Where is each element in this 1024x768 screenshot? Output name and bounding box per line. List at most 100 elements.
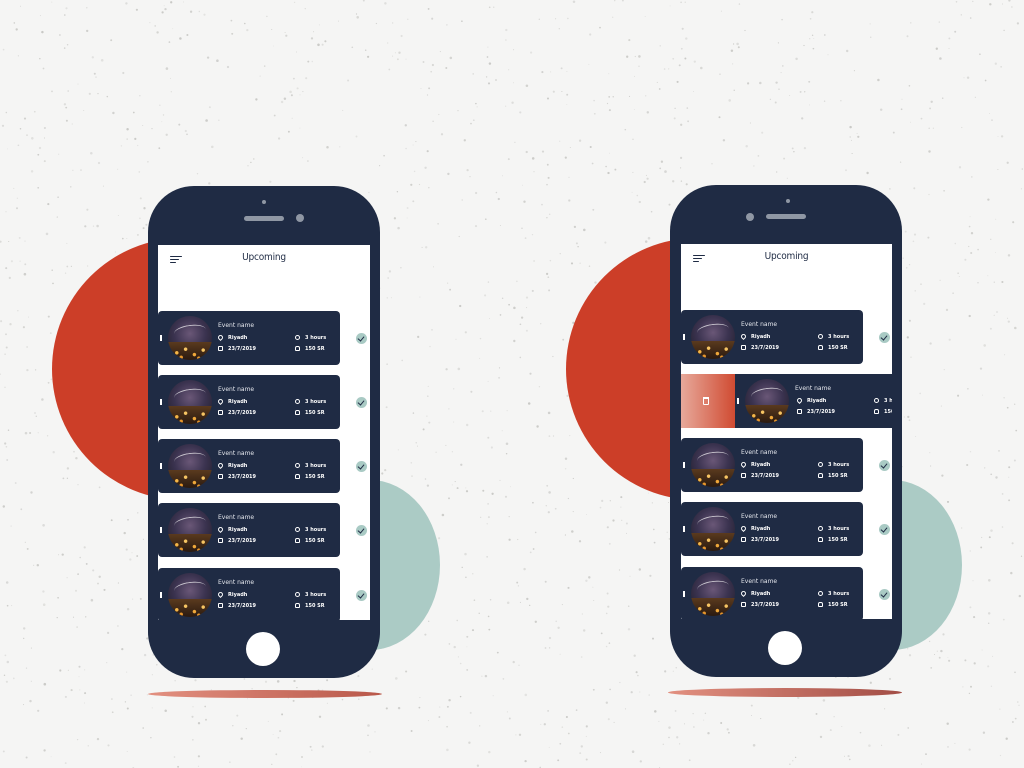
event-location: Riyadh [739,332,770,341]
event-card[interactable]: Event name Riyadh 23/7/2019 3 hours 150 SR [158,568,340,620]
event-duration-text: 3 hours [828,334,850,340]
event-name: Event name [218,450,255,457]
event-date-text: 23/7/2019 [228,538,257,544]
price-hand-icon [818,602,823,607]
event-location-text: Riyadh [751,462,771,468]
calendar-icon [741,473,746,478]
event-date-text: 23/7/2019 [751,345,780,351]
thumbnail-crowd [168,470,212,488]
event-date-text: 23/7/2019 [228,346,257,352]
event-thumbnail [691,572,735,616]
thumbnail-crowd [691,469,735,487]
event-price: 150 SR [295,346,325,352]
checkmark-icon[interactable] [356,525,367,536]
event-thumbnail [168,380,212,424]
event-location-text: Riyadh [228,463,248,469]
drag-handle[interactable] [683,334,685,340]
event-date-text: 23/7/2019 [228,410,257,416]
event-price-text: 150 SR [828,345,848,351]
event-price-text: 150 SR [828,473,848,479]
event-duration-text: 3 hours [305,463,327,469]
drag-handle[interactable] [160,592,162,598]
event-duration-text: 3 hours [305,335,327,341]
checkmark-icon[interactable] [879,332,890,343]
price-hand-icon [818,345,823,350]
location-pin-icon [795,396,804,405]
checkmark-icon[interactable] [356,397,367,408]
drag-handle[interactable] [737,398,739,404]
checkmark-icon[interactable] [356,333,367,344]
event-date: 23/7/2019 [218,410,256,416]
event-date: 23/7/2019 [741,537,779,543]
delete-action-button[interactable] [681,374,735,428]
price-hand-icon [874,409,879,414]
checkmark-icon[interactable] [879,524,890,535]
home-button[interactable] [246,632,280,666]
event-thumbnail [168,508,212,552]
thumbnail-script [750,385,784,404]
clock-icon [818,334,823,339]
event-date: 23/7/2019 [741,602,779,608]
thumbnail-crowd [691,341,735,359]
event-location: Riyadh [739,460,771,469]
event-name: Event name [741,578,778,585]
phone-screen: Upcoming Event name Riyadh 23/7/2019 3 hour… [681,244,892,619]
event-price-text: 150 SR [828,602,848,608]
drag-handle[interactable] [160,335,162,341]
event-card[interactable]: Event name Riyadh 23/7/2019 3 hours 150 SR [158,375,340,429]
thumbnail-crowd [168,406,212,424]
calendar-icon [218,603,223,608]
price-hand-icon [295,474,300,479]
drag-handle[interactable] [160,463,162,469]
event-price: 150 SR [818,473,848,479]
event-price-text: 150 SR [305,538,325,544]
event-card[interactable]: Event name Riyadh 23/7/2019 3 hours 150 SR [681,502,863,556]
clock-icon [874,398,879,403]
event-thumbnail [691,315,735,359]
checkmark-icon[interactable] [356,590,367,601]
drag-handle[interactable] [683,591,685,597]
event-duration: 3 hours [295,527,326,533]
event-thumbnail [745,379,789,423]
event-card[interactable]: Event name Riyadh 23/7/2019 3 hours 150 SR [681,567,863,619]
phone-screen: Upcoming Event name Riyadh 23/7/2019 3 hour… [158,245,370,620]
event-card[interactable]: Event name Riyadh 23/7/2019 3 hours 150 SR [158,503,340,557]
clock-icon [295,527,300,532]
event-card[interactable]: Event name Riyadh 23/7/2019 3 hours 150 SR [158,439,340,493]
event-card[interactable]: Event name Riyadh 23/7/2019 3 hours 150 SR [681,310,863,364]
event-price-text: 150 SR [305,603,325,609]
event-card[interactable]: Event name Riyadh 23/7/2019 3 hours 150 SR [681,438,863,492]
event-date-text: 23/7/2019 [228,603,257,609]
calendar-icon [797,409,802,414]
calendar-icon [218,346,223,351]
checkmark-icon[interactable] [356,461,367,472]
event-date-text: 23/7/2019 [751,602,780,608]
clock-icon [295,335,300,340]
calendar-icon [218,410,223,415]
event-location: Riyadh [216,590,248,599]
event-name: Event name [741,449,778,456]
drag-handle[interactable] [683,462,685,468]
drag-handle[interactable] [160,399,162,405]
drag-handle[interactable] [683,526,685,532]
event-price: 150 SR [295,474,325,480]
thumbnail-script [173,322,207,341]
home-button[interactable] [768,631,802,665]
checkmark-icon[interactable] [879,589,890,600]
location-pin-icon [216,333,225,342]
checkmark-icon[interactable] [879,460,890,471]
event-location: Riyadh [739,524,770,533]
drag-handle[interactable] [160,527,162,533]
event-location: Riyadh [216,461,248,470]
phone-shadow-right [668,688,902,697]
event-price-text: 150 SR [884,409,892,415]
event-card[interactable]: Event name Riyadh 23/7/2019 3 hours 150 SR [735,374,892,428]
event-duration-text: 3 hours [828,462,850,468]
event-card[interactable]: Event name Riyadh 23/7/2019 3 hours 150 SR [158,311,340,365]
thumbnail-crowd [168,342,212,360]
trash-icon [703,397,709,405]
event-location-text: Riyadh [228,592,248,598]
front-sensor [786,199,790,203]
event-name: Event name [218,514,255,521]
event-location-text: Riyadh [228,399,248,405]
